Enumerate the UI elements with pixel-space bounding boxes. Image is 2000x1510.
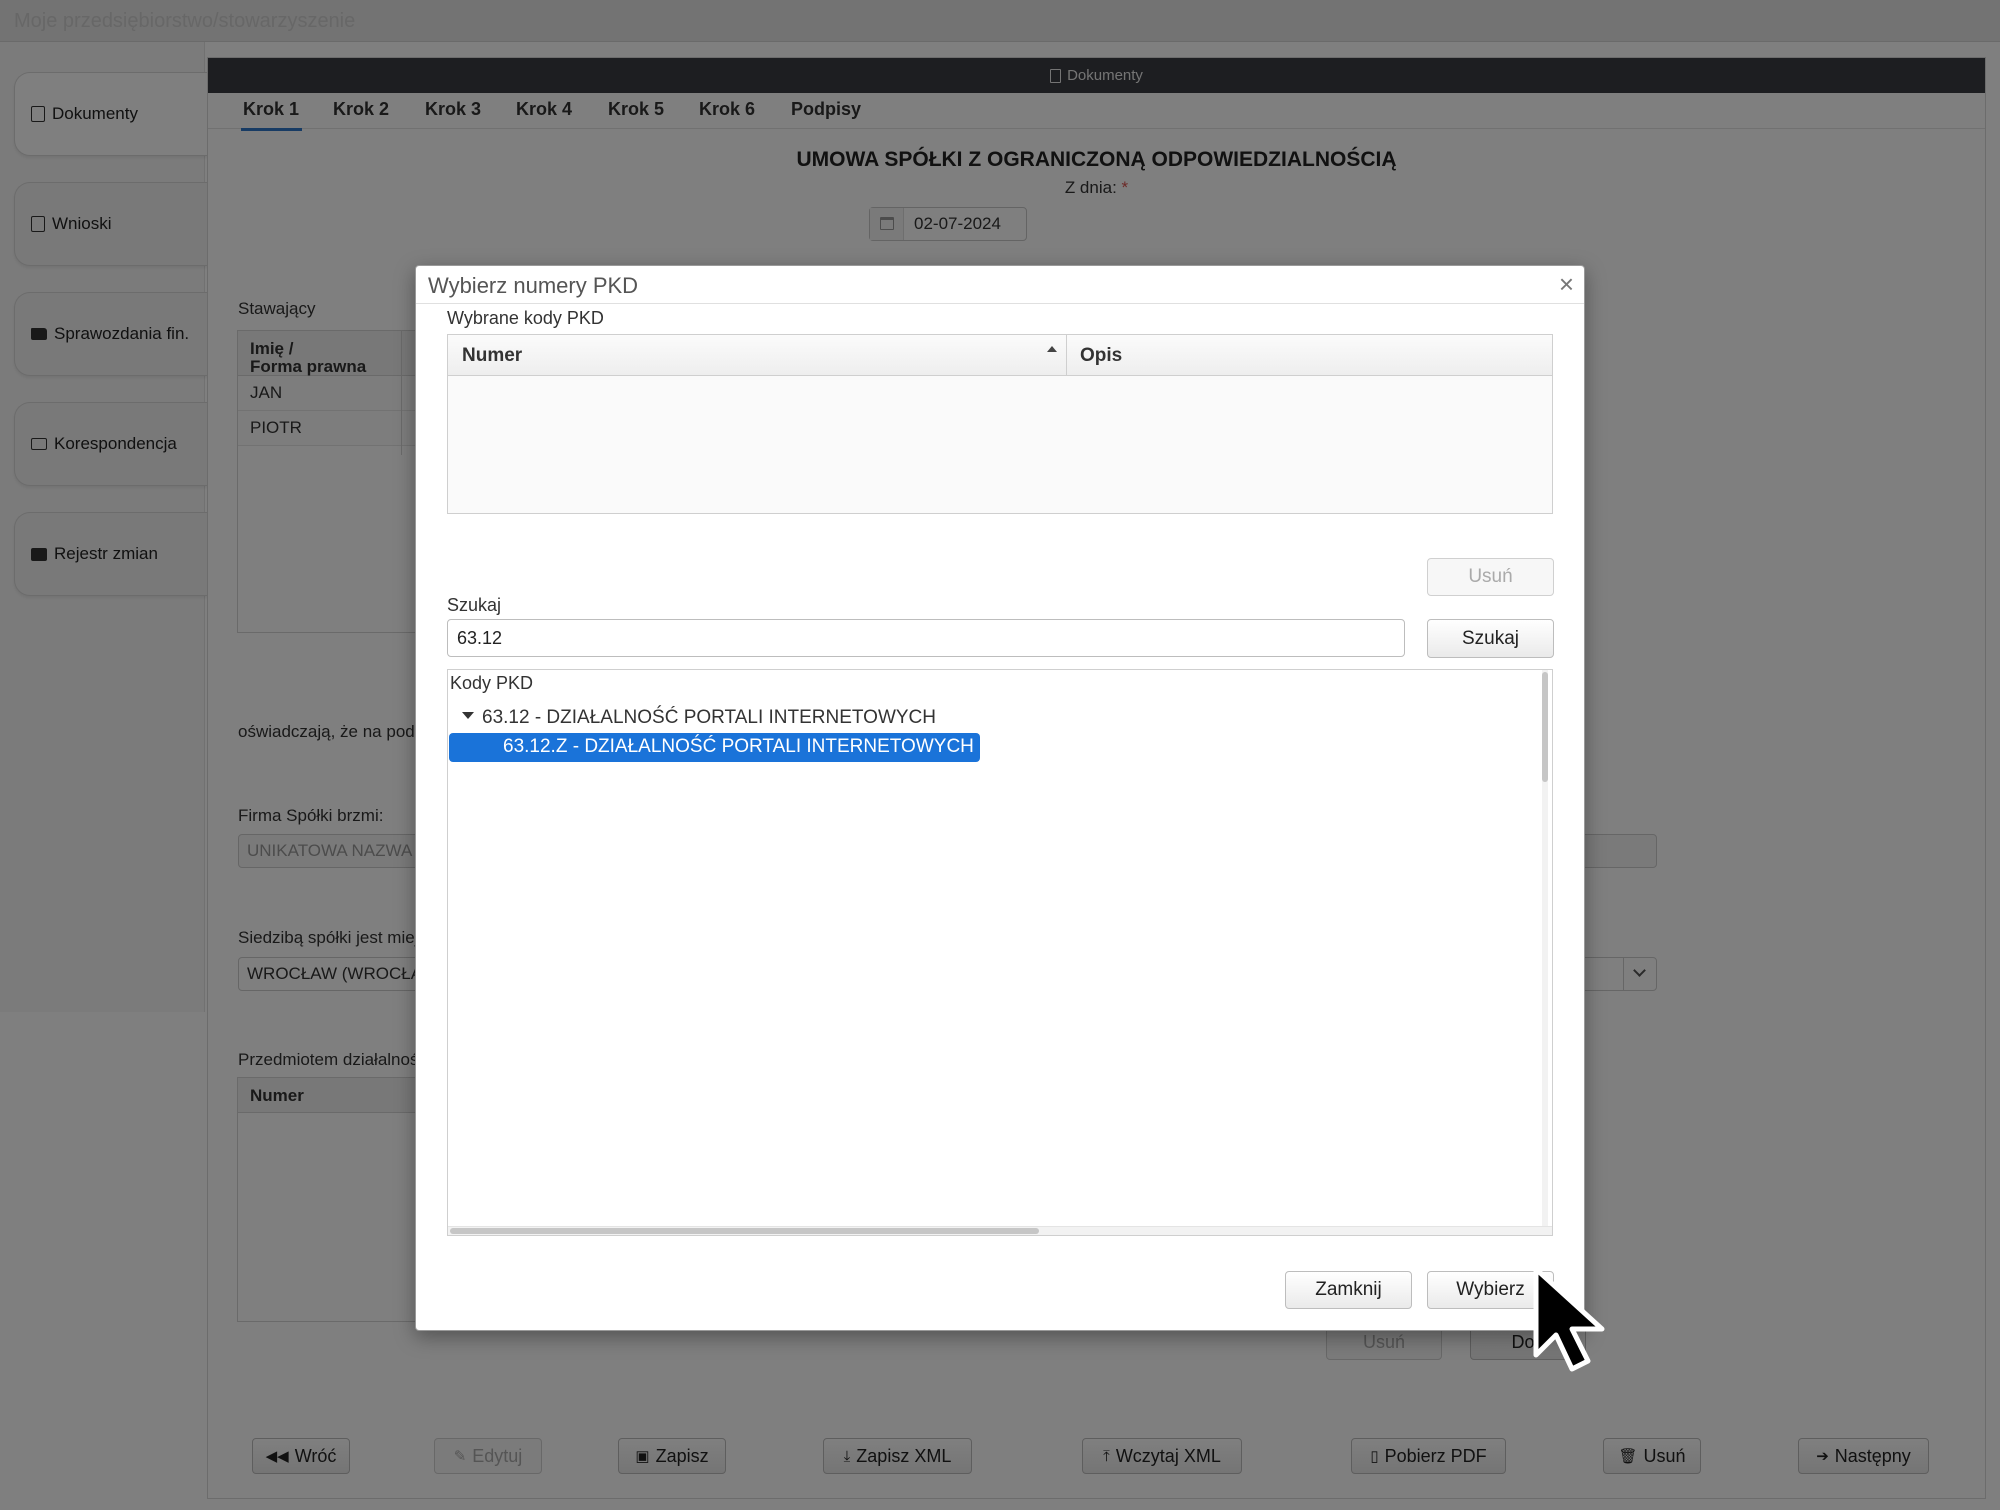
tree-node-selected[interactable]: 63.12.Z - DZIAŁALNOŚĆ PORTALI INTERNETOW… [449, 733, 980, 762]
dialog-title: Wybierz numery PKD [428, 273, 639, 298]
tree-label: Kody PKD [450, 673, 534, 693]
remove-selected-button[interactable]: Usuń [1427, 558, 1554, 596]
pkd-tree[interactable]: Kody PKD 63.12 - DZIAŁALNOŚĆ PORTALI INT… [447, 669, 1553, 1236]
tree-node-label: 63.12 - DZIAŁALNOŚĆ PORTALI INTERNETOWYC… [482, 707, 936, 728]
sort-ascending-icon [1047, 346, 1057, 352]
close-icon[interactable]: × [1559, 270, 1574, 298]
vertical-scroll-thumb[interactable] [1542, 672, 1548, 782]
column-opis[interactable]: Opis [1080, 345, 1122, 367]
selected-codes-table: Numer Opis [447, 334, 1553, 514]
horizontal-scroll-thumb[interactable] [450, 1228, 1039, 1234]
close-button[interactable]: Zamknij [1285, 1271, 1412, 1309]
search-label: Szukaj [447, 595, 502, 615]
search-input[interactable] [447, 619, 1405, 657]
search-button[interactable]: Szukaj [1427, 619, 1554, 658]
column-numer[interactable]: Numer [462, 345, 522, 367]
dialog-header: Wybierz numery PKD × [416, 266, 1584, 304]
table-header: Numer Opis [448, 335, 1552, 376]
pkd-select-dialog: Wybierz numery PKD × Wybrane kody PKD Nu… [415, 265, 1585, 1331]
mouse-pointer-icon [1533, 1266, 1605, 1372]
selected-codes-label: Wybrane kody PKD [447, 308, 604, 328]
tree-node-parent[interactable]: 63.12 - DZIAŁALNOŚĆ PORTALI INTERNETOWYC… [462, 707, 936, 729]
caret-down-icon[interactable] [462, 712, 474, 720]
